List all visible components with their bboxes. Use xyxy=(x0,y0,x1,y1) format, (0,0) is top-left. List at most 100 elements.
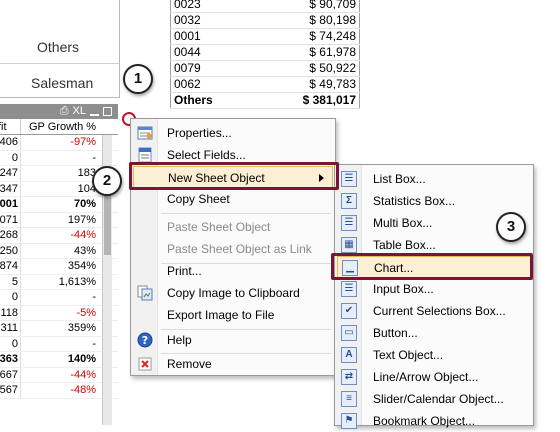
menu-item-export-image[interactable]: Export Image to File xyxy=(133,304,333,326)
profit-cell: 406 xyxy=(0,136,18,148)
table-row[interactable]: 0079 $ 50,922 xyxy=(170,60,360,77)
table-row[interactable]: 118 -5% xyxy=(0,305,118,321)
salesman-table[interactable]: 0023 $ 90,709 0032 $ 80,198 0001 $ 74,248 0044… xyxy=(170,0,360,109)
table-box-icon: ▦ xyxy=(341,237,357,253)
profit-cell: 118 xyxy=(0,306,18,319)
growth-cell: 183 xyxy=(20,166,102,181)
growth-cell: -48% xyxy=(20,383,102,398)
sales-amount: $ 80,198 xyxy=(251,12,360,29)
text-object-icon: A xyxy=(341,347,357,363)
statistics-box-icon: Σ xyxy=(341,193,357,209)
xl-export-icon[interactable]: XL xyxy=(73,104,86,119)
submenu-item-slider-calendar-object[interactable]: ≡ Slider/Calendar Object... xyxy=(337,388,531,410)
menu-item-copy-image[interactable]: Copy Image to Clipboard xyxy=(133,282,333,304)
profit-cell: 268 xyxy=(0,229,18,241)
table-row[interactable]: 071 197% xyxy=(0,212,118,228)
growth-cell: 1,613% xyxy=(20,274,102,289)
menu-item-copy-sheet[interactable]: Copy Sheet xyxy=(133,188,333,210)
submenu-item-list-box[interactable]: ☰ List Box... xyxy=(337,168,531,190)
table-row[interactable]: 0062 $ 49,783 xyxy=(170,76,360,93)
context-menu: Properties... Select Fields... New Sheet… xyxy=(130,118,336,376)
submenu-item-current-selections-box[interactable]: ✔ Current Selections Box... xyxy=(337,300,531,322)
submenu-item-statistics-box[interactable]: Σ Statistics Box... xyxy=(337,190,531,212)
salesman-id: 0001 xyxy=(170,28,252,45)
menu-label: Remove xyxy=(167,357,212,371)
button-icon: ▭ xyxy=(341,325,357,341)
menu-label: Paste Sheet Object xyxy=(167,220,271,234)
table-row[interactable]: 0- xyxy=(0,150,118,166)
header-profit[interactable]: fit xyxy=(0,119,20,134)
pie-dimension-label: Salesman xyxy=(31,75,94,91)
profit-cell: 347 xyxy=(0,182,18,195)
chart-divider xyxy=(0,63,119,64)
salesman-id: 0032 xyxy=(170,12,252,29)
menu-label: Button... xyxy=(373,326,418,340)
table-row[interactable]: 0044 $ 61,978 xyxy=(170,44,360,61)
profit-cell: 071 xyxy=(0,213,18,226)
submenu-item-input-box[interactable]: ☰ Input Box... xyxy=(337,278,531,300)
callout-badge-1: 1 xyxy=(123,64,153,94)
print-icon[interactable]: ⎙ xyxy=(60,104,69,119)
table-row[interactable]: 406 -97% xyxy=(0,135,118,151)
properties-icon xyxy=(137,126,153,140)
menu-label: Multi Box... xyxy=(373,216,433,230)
sales-amount: $ 74,248 xyxy=(251,28,360,45)
profit-cell: 667 xyxy=(0,368,18,381)
table-row[interactable]: 250 43% xyxy=(0,243,118,259)
menu-item-help[interactable]: ? Help xyxy=(133,329,333,351)
salesman-id: 0079 xyxy=(170,60,252,77)
table-row[interactable]: 667 -44% xyxy=(0,367,118,383)
menu-item-remove[interactable]: Remove xyxy=(133,353,333,375)
profit-cell: 247 xyxy=(0,167,18,179)
profit-cell: 0 xyxy=(11,151,18,164)
table-row[interactable]: 874 354% xyxy=(0,259,118,275)
menu-label: Help xyxy=(167,333,192,347)
maximize-icon[interactable] xyxy=(103,107,112,116)
pie-others-label: Others xyxy=(37,39,80,55)
growth-cell: - xyxy=(20,150,102,165)
table-row[interactable]: 268 -44% xyxy=(0,228,118,244)
growth-cell: -44% xyxy=(20,367,102,382)
menu-label: Current Selections Box... xyxy=(373,304,506,318)
table-header-row: fit GP Growth % xyxy=(0,119,118,135)
callout-highlight-new-sheet-object xyxy=(129,162,339,190)
submenu-item-button[interactable]: ▭ Button... xyxy=(337,322,531,344)
table-row[interactable]: 5 1,613% xyxy=(0,274,118,290)
table-row[interactable]: 567 -48% xyxy=(0,383,118,399)
growth-cell: 43% xyxy=(20,243,102,258)
table-total-row: Others $ 381,017 xyxy=(170,92,360,109)
list-box-icon: ☰ xyxy=(341,171,357,187)
submenu-item-line-arrow-object[interactable]: ⇄ Line/Arrow Object... xyxy=(337,366,531,388)
svg-text:?: ? xyxy=(142,334,148,347)
pie-chart-object[interactable]: Others Salesman xyxy=(0,0,120,98)
select-fields-icon xyxy=(138,147,152,163)
menu-label: List Box... xyxy=(373,172,426,186)
total-amount: $ 381,017 xyxy=(251,92,360,109)
profit-cell: 874 xyxy=(0,260,18,272)
menu-label: Copy Image to Clipboard xyxy=(167,286,300,300)
minimize-icon[interactable] xyxy=(90,113,99,116)
table-titlebar: ⎙ XL xyxy=(0,104,118,119)
table-row[interactable]: 0032 $ 80,198 xyxy=(170,12,360,29)
growth-cell: -97% xyxy=(20,135,102,150)
growth-cell: - xyxy=(20,290,102,305)
table-row[interactable]: 0- xyxy=(0,290,118,306)
table-row[interactable]: 001 70% xyxy=(0,197,118,213)
table-row[interactable]: 363 140% xyxy=(0,352,118,368)
table-row[interactable]: 0- xyxy=(0,336,118,352)
profit-cell: 250 xyxy=(0,244,18,257)
current-selections-icon: ✔ xyxy=(341,303,357,319)
total-label: Others xyxy=(170,92,252,109)
submenu-item-text-object[interactable]: A Text Object... xyxy=(337,344,531,366)
menu-separator xyxy=(161,213,331,214)
submenu-item-bookmark-object[interactable]: ⚑ Bookmark Object... xyxy=(337,410,531,432)
header-gp-growth[interactable]: GP Growth % xyxy=(20,119,106,134)
table-row[interactable]: 311 359% xyxy=(0,321,118,337)
gp-growth-table[interactable]: ⎙ XL fit GP Growth % 406-97%0-2471833471… xyxy=(0,104,118,425)
menu-item-paste-sheet-object: Paste Sheet Object xyxy=(133,216,333,238)
menu-item-properties[interactable]: Properties... xyxy=(133,122,333,144)
table-row[interactable]: 0023 $ 90,709 xyxy=(170,0,360,13)
table-row[interactable]: 0001 $ 74,248 xyxy=(170,28,360,45)
menu-item-print[interactable]: Print... xyxy=(133,260,333,282)
profit-cell: 363 xyxy=(0,353,18,365)
